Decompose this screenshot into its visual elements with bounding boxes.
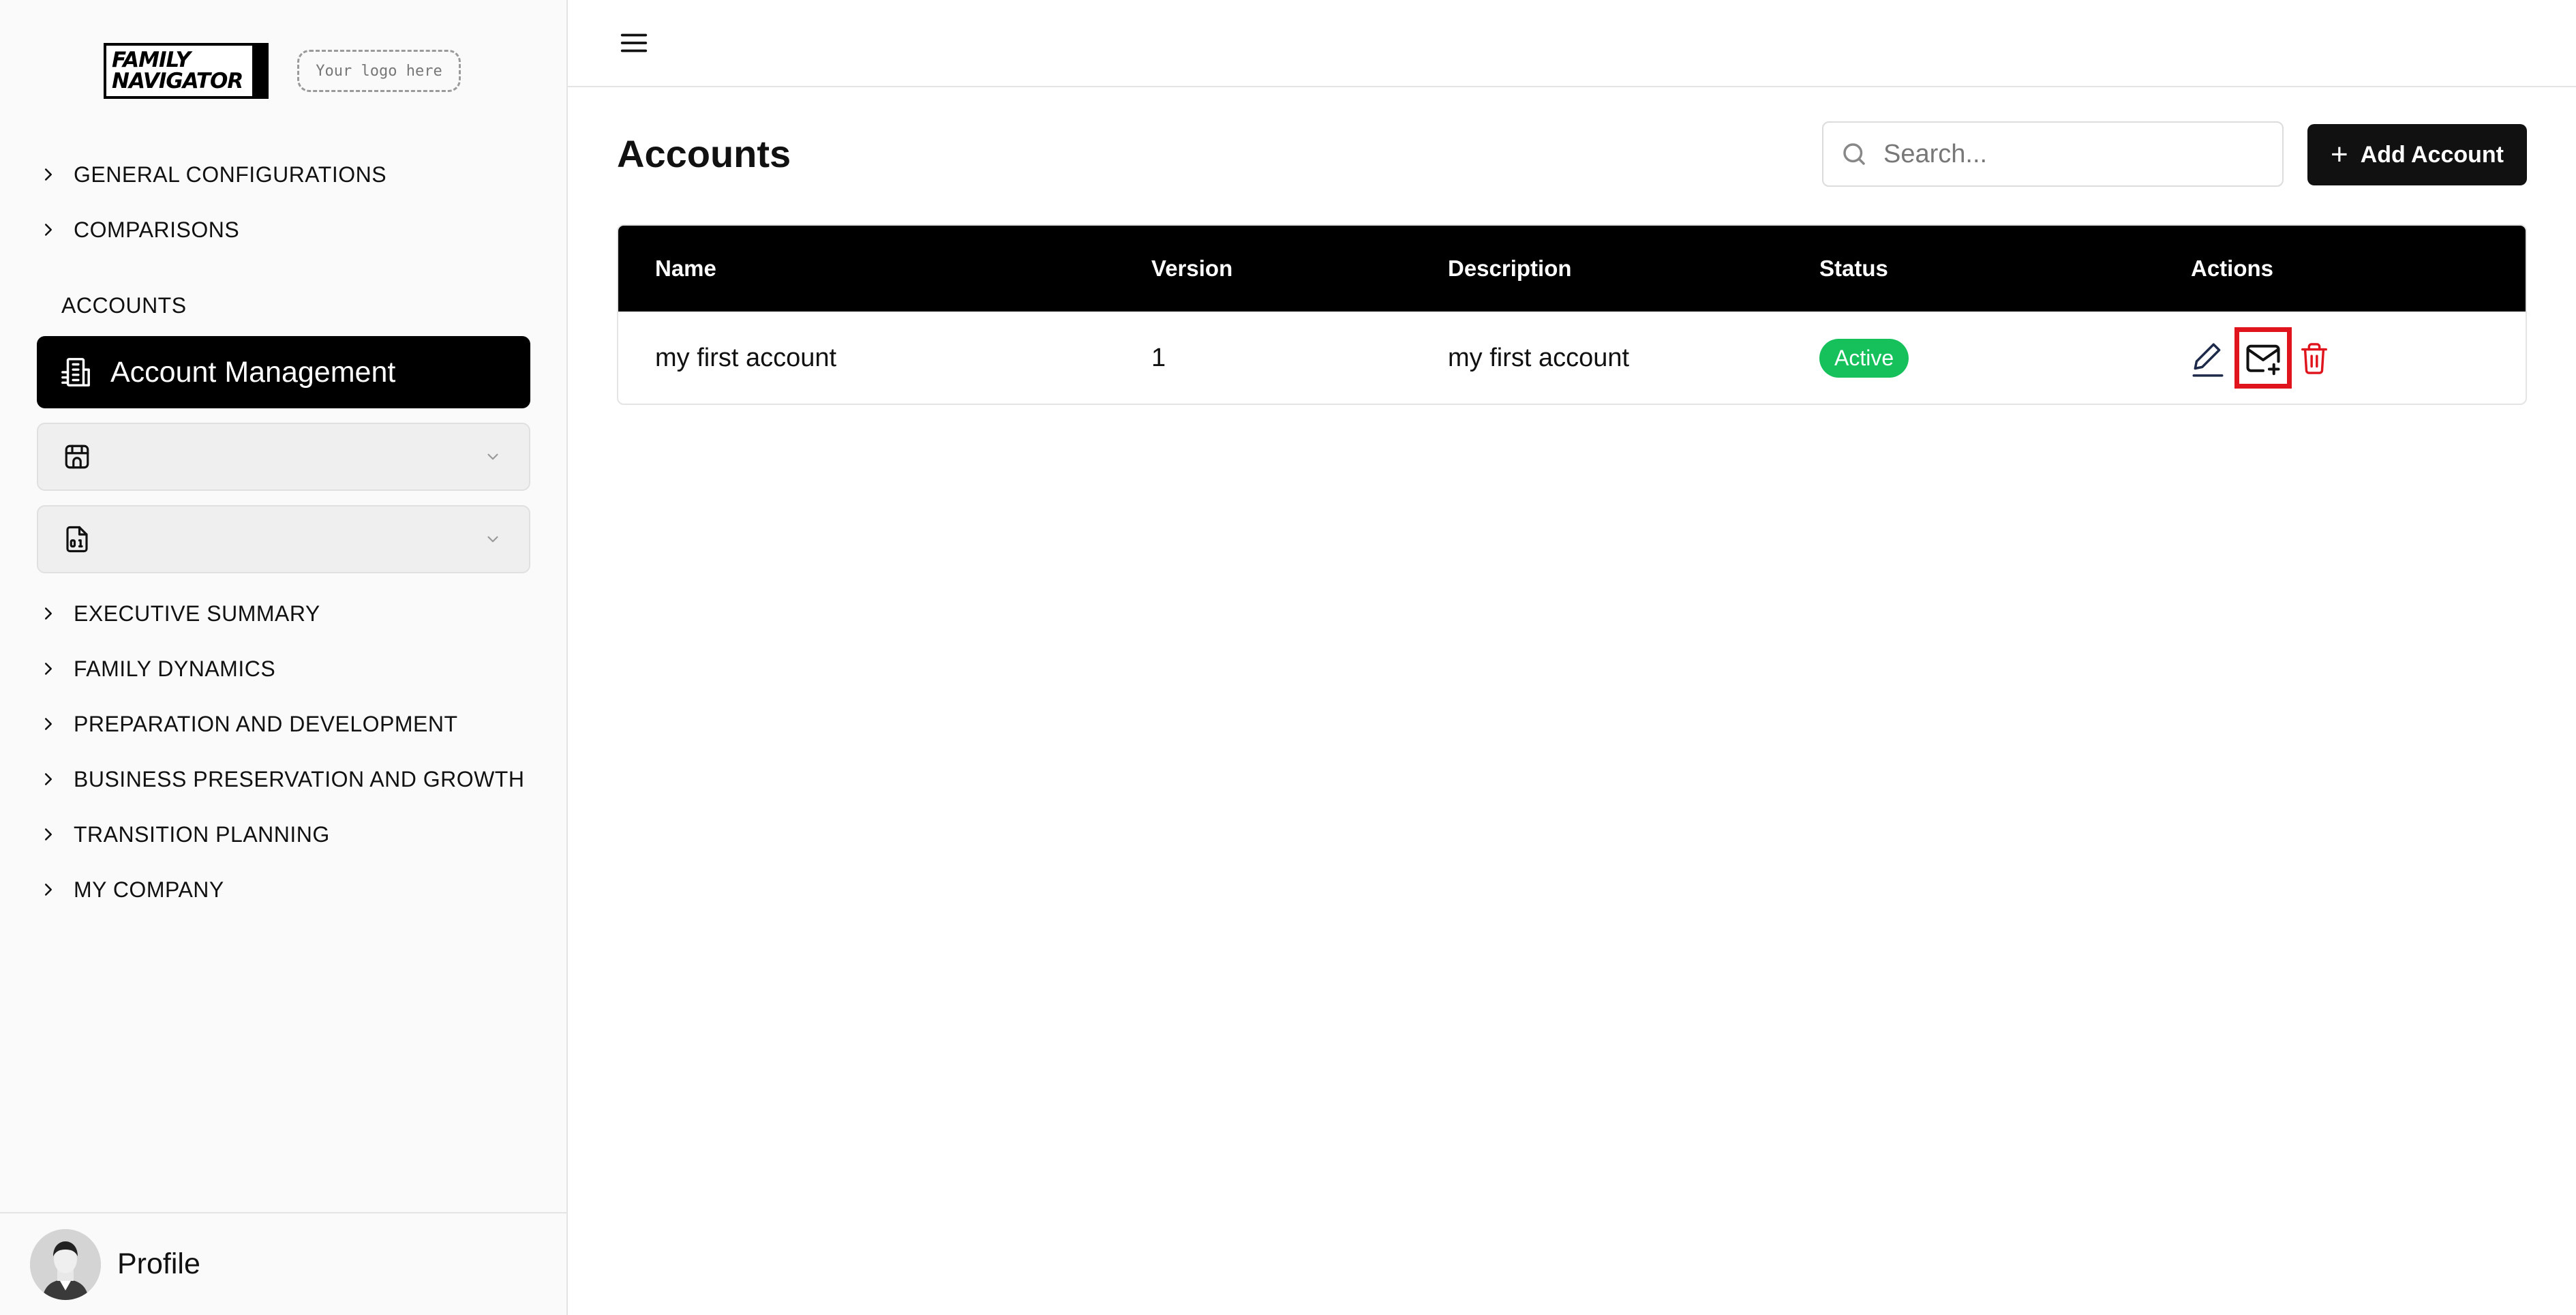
add-account-label: Add Account xyxy=(2360,141,2504,168)
chevron-right-icon xyxy=(45,607,52,620)
profile-label: Profile xyxy=(117,1248,200,1280)
sidebar-item-executive-summary[interactable]: EXECUTIVE SUMMARY xyxy=(38,596,320,631)
chevron-down-icon xyxy=(487,536,498,543)
sidebar-item-label: BUSINESS PRESERVATION AND GROWTH xyxy=(74,766,525,791)
table-header: Name Version Description Status Actions xyxy=(618,226,2526,312)
status-badge: Active xyxy=(1819,339,1909,378)
chevron-right-icon xyxy=(45,663,52,675)
cell-name: my first account xyxy=(655,344,837,372)
app: FAMILY NAVIGATOR Your logo here GENERAL … xyxy=(0,0,2576,1315)
logo-line-2: NAVIGATOR xyxy=(112,69,243,93)
page-title: Accounts xyxy=(617,132,791,175)
logo-line-1: FAMILY xyxy=(112,48,191,72)
chevron-right-icon xyxy=(45,773,52,785)
sidebar-item-label: TRANSITION PLANNING xyxy=(74,821,330,847)
avatar xyxy=(30,1228,101,1300)
sidebar: FAMILY NAVIGATOR Your logo here GENERAL … xyxy=(0,0,568,1315)
profile-button[interactable]: Profile xyxy=(0,1212,566,1315)
sidebar-item-preparation-and-development[interactable]: PREPARATION AND DEVELOPMENT xyxy=(38,707,458,741)
table-row: my first account 1 my first account Acti… xyxy=(618,312,2526,404)
chevron-down-icon xyxy=(487,453,498,460)
chevron-right-icon xyxy=(45,828,52,841)
sidebar-item-family-dynamics[interactable]: FAMILY DYNAMICS xyxy=(38,652,275,686)
trash-icon[interactable] xyxy=(2299,340,2330,377)
cell-version: 1 xyxy=(1151,344,1166,372)
search-input[interactable] xyxy=(1883,139,2252,169)
sidebar-item-label: PREPARATION AND DEVELOPMENT xyxy=(74,711,458,736)
chevron-right-icon xyxy=(45,168,52,181)
sidebar-item-label: FAMILY DYNAMICS xyxy=(74,656,276,681)
accounts-table: Name Version Description Status Actions … xyxy=(617,224,2527,405)
column-header-actions: Actions xyxy=(2191,256,2274,281)
sidebar-collapsible-store[interactable] xyxy=(37,423,530,491)
search-box[interactable] xyxy=(1822,121,2284,187)
section-label-accounts: ACCOUNTS xyxy=(61,293,187,318)
sidebar-item-general-configurations[interactable]: GENERAL CONFIGURATIONS xyxy=(38,157,387,192)
hamburger-menu-icon[interactable] xyxy=(618,27,650,59)
cell-status: Active xyxy=(1819,312,1909,404)
add-account-button[interactable]: + Add Account xyxy=(2307,124,2527,185)
sidebar-item-label: GENERAL CONFIGURATIONS xyxy=(74,162,387,187)
topbar xyxy=(568,0,2576,87)
sidebar-item-label: MY COMPANY xyxy=(74,877,224,902)
sidebar-collapsible-binary-file[interactable] xyxy=(37,505,530,573)
sidebar-item-label: COMPARISONS xyxy=(74,217,240,242)
search-icon xyxy=(1843,143,1865,165)
sidebar-item-transition-planning[interactable]: TRANSITION PLANNING xyxy=(38,817,330,851)
column-header-description: Description xyxy=(1448,256,1572,281)
cell-description: my first account xyxy=(1448,344,1630,372)
chevron-right-icon xyxy=(45,224,52,236)
plus-icon: + xyxy=(2331,138,2348,171)
placeholder-logo: Your logo here xyxy=(297,50,461,92)
sidebar-item-account-management[interactable]: Account Management xyxy=(37,336,530,408)
chevron-right-icon xyxy=(45,883,52,896)
logo-row: FAMILY NAVIGATOR Your logo here xyxy=(104,42,461,100)
building-icon xyxy=(61,358,90,387)
mail-plus-icon[interactable] xyxy=(2245,343,2282,377)
chevron-right-icon xyxy=(45,718,52,730)
binary-file-icon xyxy=(66,526,88,553)
store-icon xyxy=(65,444,89,469)
sidebar-item-business-preservation-and-growth[interactable]: BUSINESS PRESERVATION AND GROWTH xyxy=(38,762,524,796)
family-navigator-logo[interactable]: FAMILY NAVIGATOR xyxy=(104,43,269,99)
column-header-name: Name xyxy=(655,256,716,281)
column-header-version: Version xyxy=(1151,256,1233,281)
column-header-status: Status xyxy=(1819,256,1888,281)
sidebar-item-label: Account Management xyxy=(110,355,396,389)
cell-actions xyxy=(2191,312,2368,404)
edit-icon[interactable] xyxy=(2191,340,2225,378)
sidebar-item-label: EXECUTIVE SUMMARY xyxy=(74,601,320,626)
sidebar-item-comparisons[interactable]: COMPARISONS xyxy=(38,213,239,247)
sidebar-item-my-company[interactable]: MY COMPANY xyxy=(38,873,224,907)
